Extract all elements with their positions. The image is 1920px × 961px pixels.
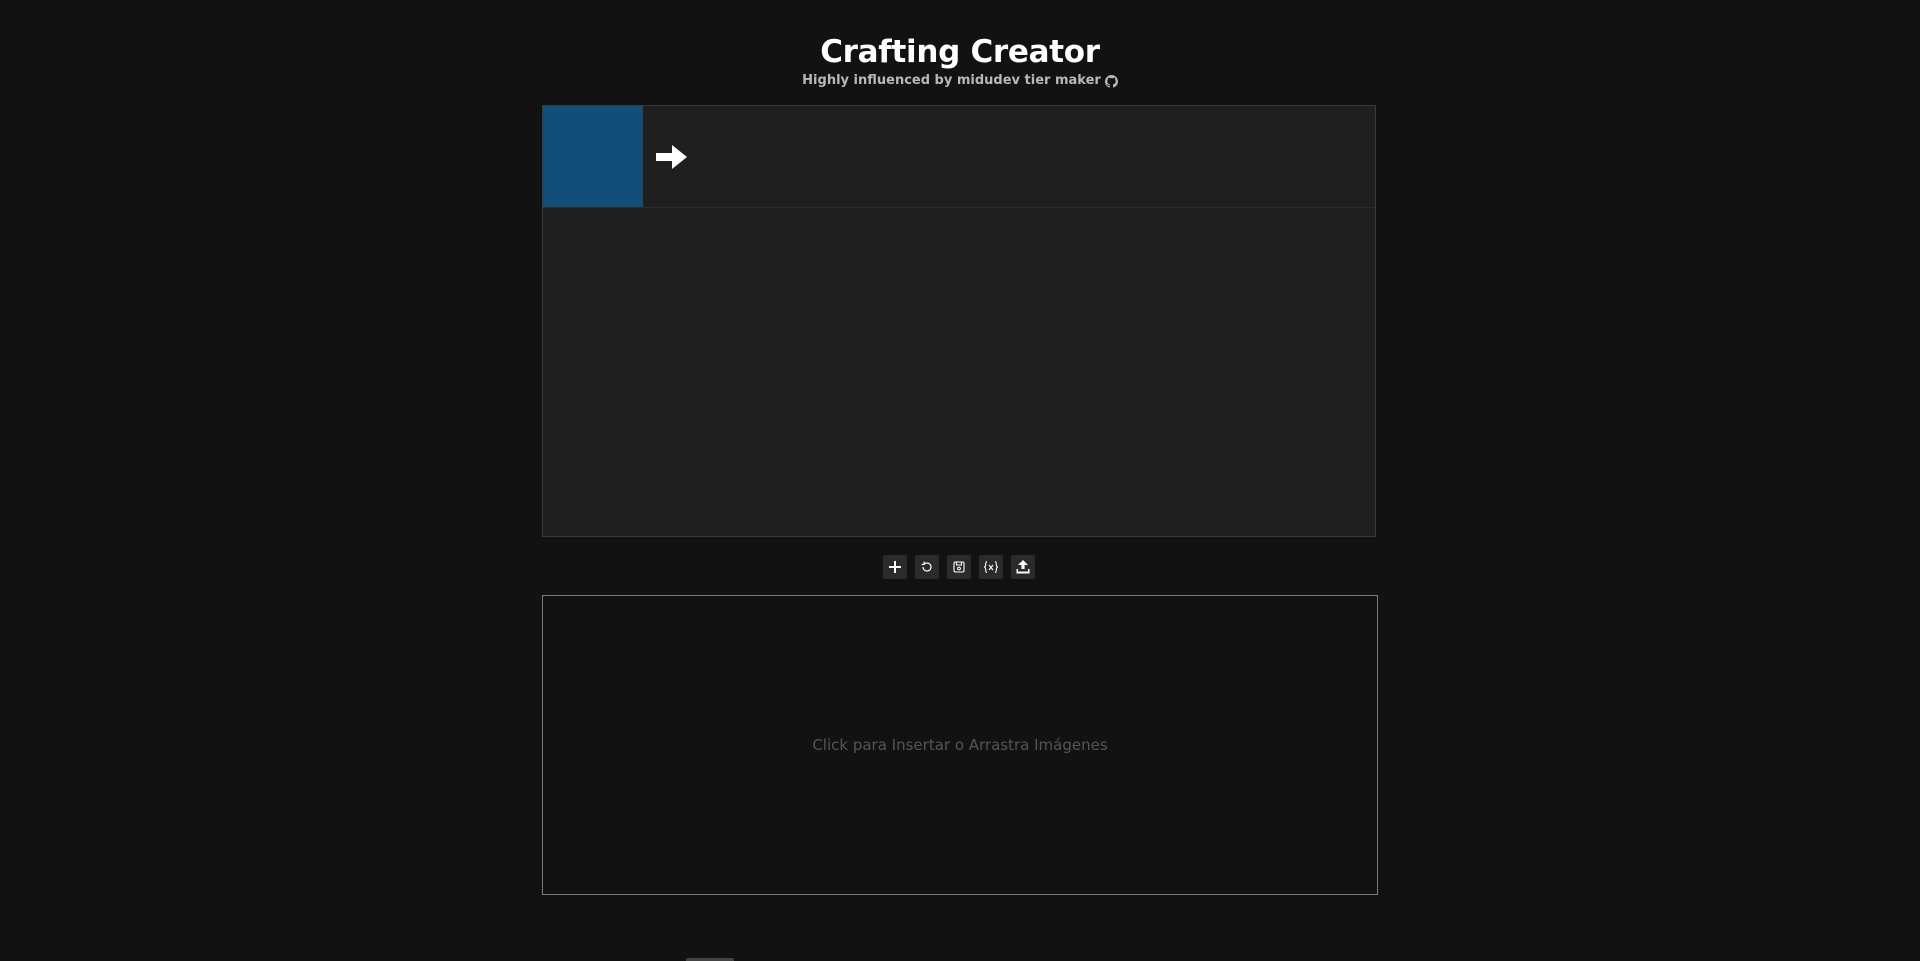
image-dropzone[interactable]: Click para Insertar o Arrastra Imágenes: [542, 595, 1378, 895]
upload-icon: [1016, 560, 1030, 574]
upload-button[interactable]: [1011, 555, 1035, 579]
save-button[interactable]: [947, 555, 971, 579]
recipe-row: [543, 106, 1375, 208]
page-subtitle: Highly influenced by midudev tier maker: [0, 73, 1920, 89]
row-label-color[interactable]: [543, 106, 643, 207]
github-icon[interactable]: [1104, 74, 1118, 88]
crafting-board: [542, 105, 1376, 537]
reset-icon: [921, 561, 932, 572]
add-row-button[interactable]: [883, 555, 907, 579]
save-icon: [953, 561, 965, 573]
subtitle-link[interactable]: Highly influenced by midudev tier maker: [802, 73, 1101, 89]
board-empty-area: [543, 208, 1375, 536]
json-icon: [983, 560, 999, 574]
reset-button[interactable]: [915, 555, 939, 579]
row-items-dropzone[interactable]: [703, 106, 1375, 207]
dropzone-label: Click para Insertar o Arrastra Imágenes: [812, 736, 1108, 754]
right-arrow-icon: [656, 144, 688, 170]
toolbar: [883, 555, 1035, 579]
page-title: Crafting Creator: [820, 34, 1100, 70]
plus-icon: [889, 561, 901, 573]
json-button[interactable]: [979, 555, 1003, 579]
